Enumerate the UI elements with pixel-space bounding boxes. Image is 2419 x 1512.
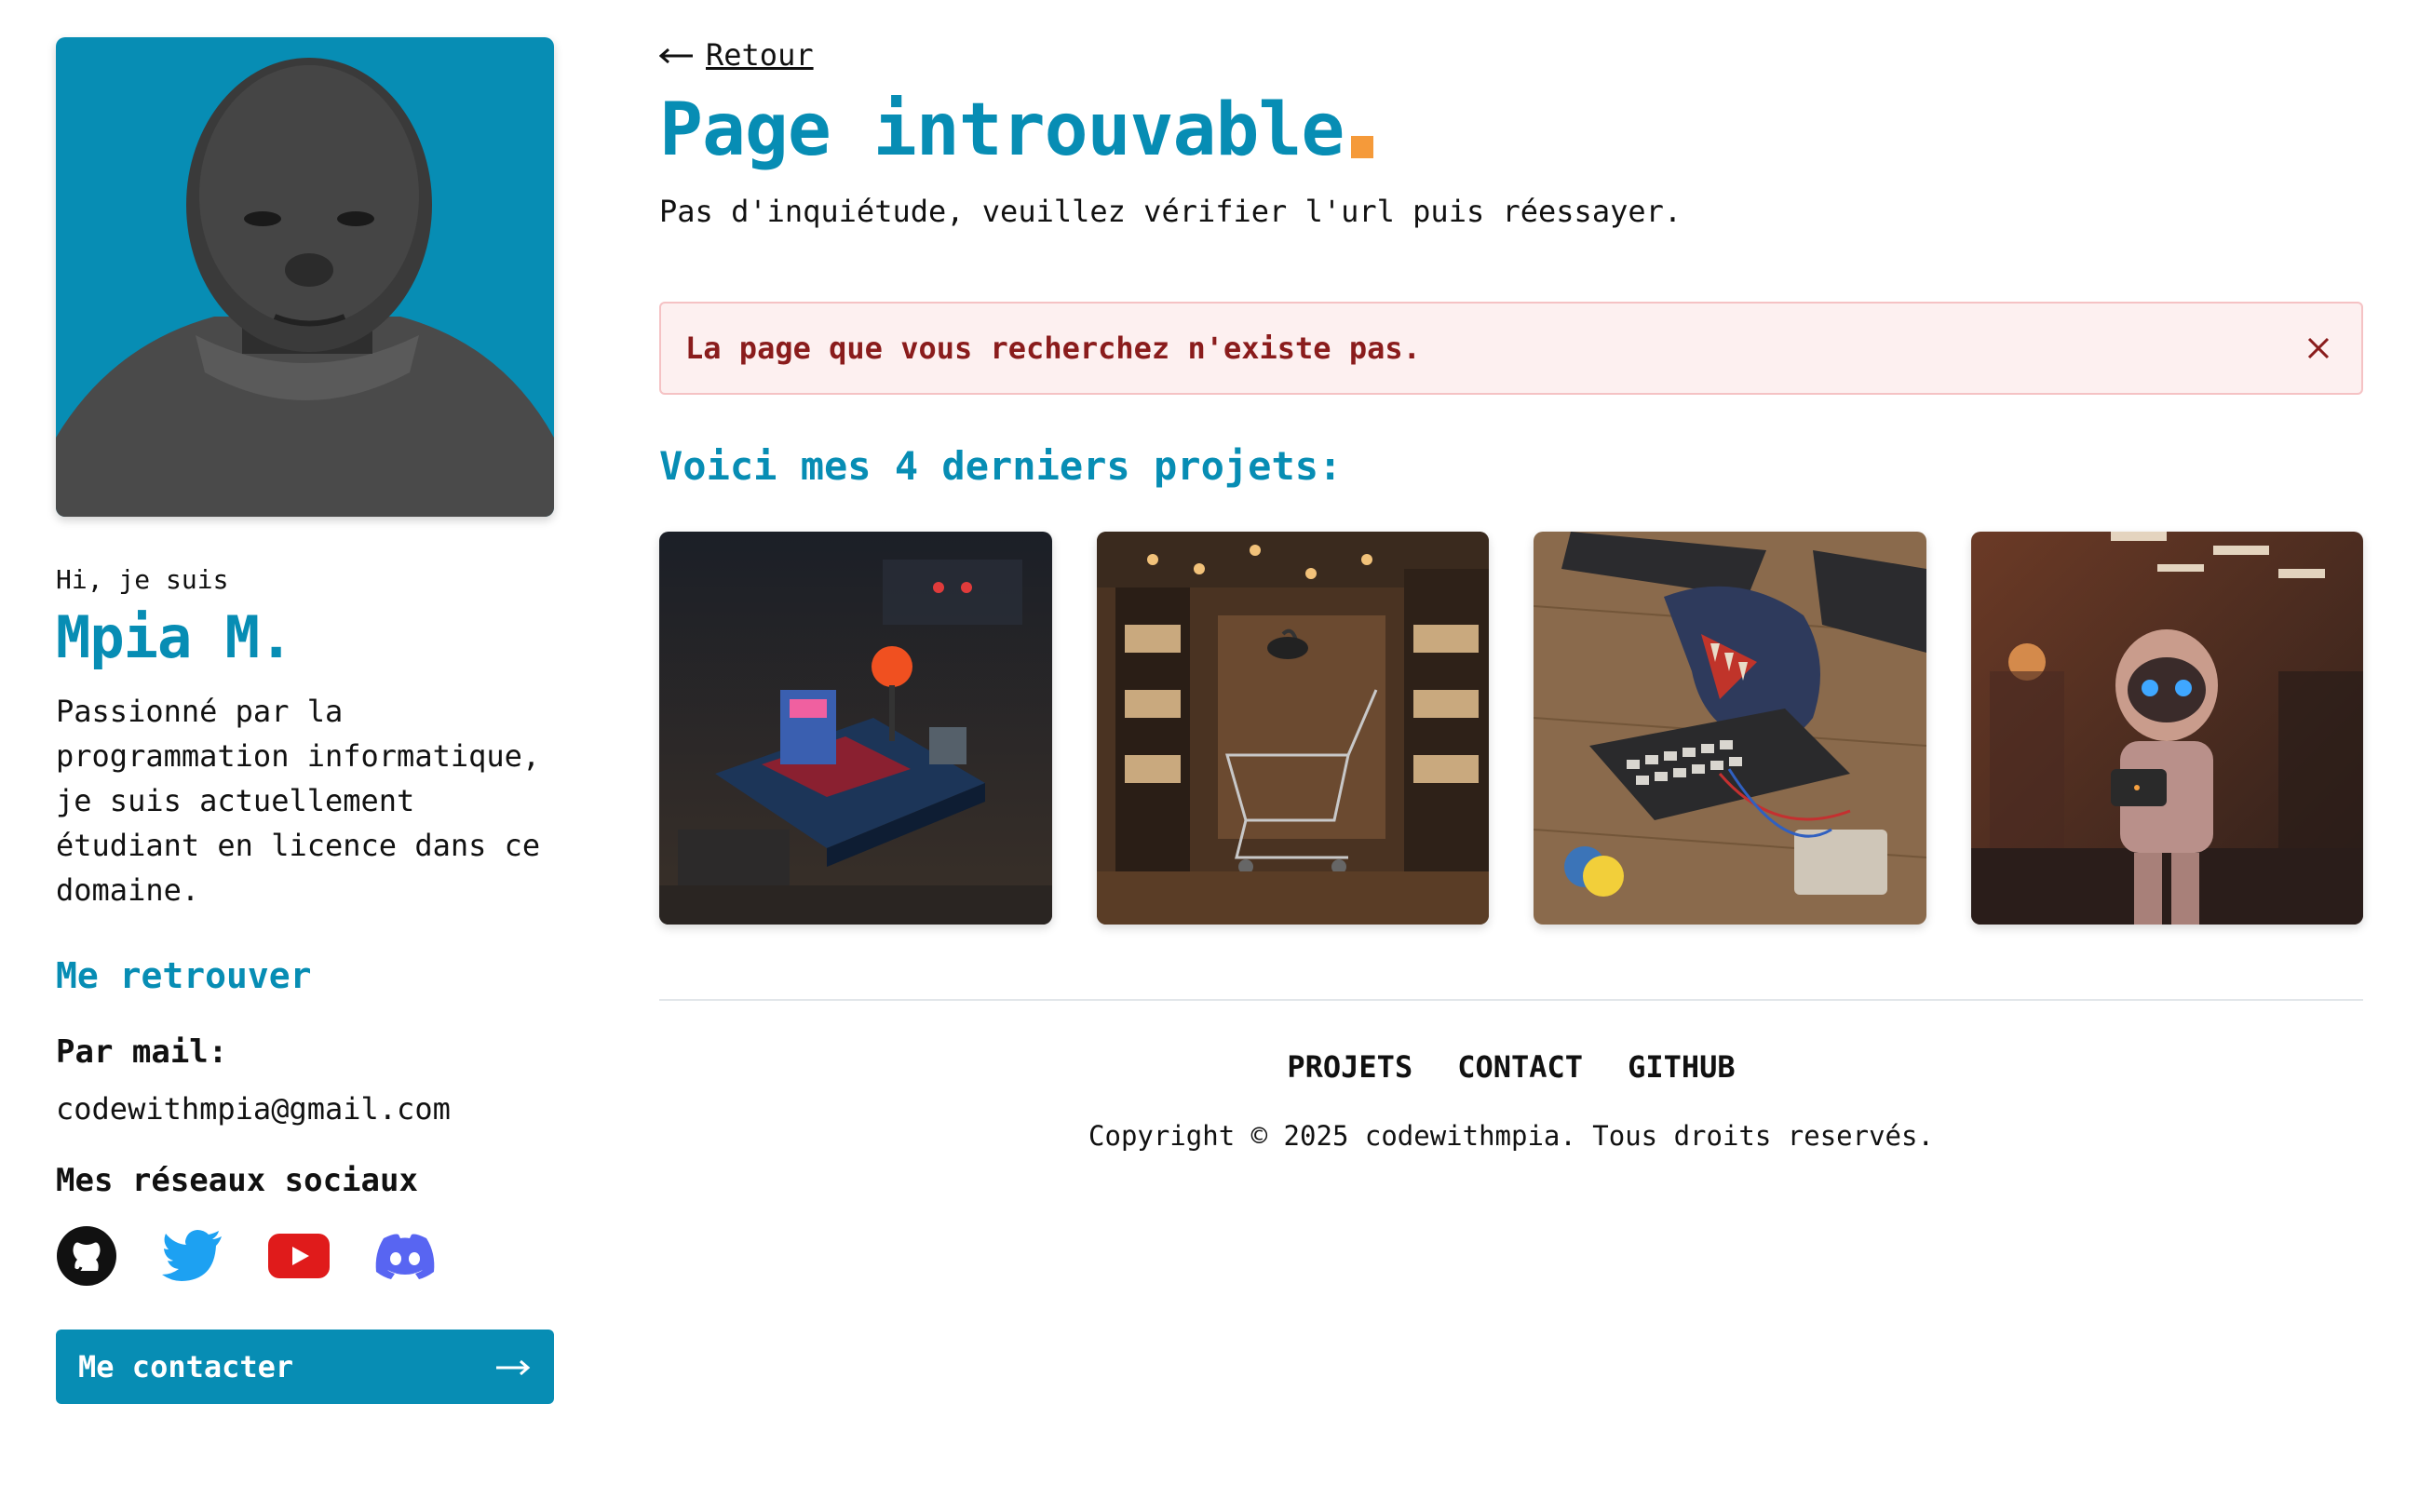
copyright-text: Copyright © 2025 codewithmpia. Tous droi… — [1088, 1119, 1934, 1152]
page-title-text: Page introuvable — [659, 88, 1345, 172]
profile-name: Mpia M. — [56, 603, 293, 672]
profile-avatar — [56, 37, 554, 517]
email-link[interactable]: codewithmpia@gmail.com — [56, 1091, 554, 1127]
profile-bio: Passionné par la programmation informati… — [56, 693, 541, 908]
contact-button[interactable]: Me contacter — [56, 1329, 554, 1404]
project-card-4[interactable] — [1970, 531, 2363, 925]
footer-link-projets[interactable]: PROJETS — [1287, 1049, 1412, 1085]
footer-divider — [659, 998, 2363, 1001]
page-subtitle: Pas d'inquiétude, veuillez vérifier l'ur… — [659, 193, 1682, 229]
main-content: Retour Page introuvable Pas d'inquiétude… — [658, 37, 2363, 1152]
youtube-icon[interactable] — [268, 1225, 330, 1287]
close-icon[interactable] — [2300, 330, 2337, 367]
back-label: Retour — [706, 37, 814, 73]
footer-link-contact[interactable]: CONTACT — [1457, 1049, 1583, 1085]
arrow-left-icon — [658, 37, 695, 73]
projects-grid — [659, 531, 2363, 925]
find-me-heading: Me retrouver — [56, 954, 312, 996]
social-links — [56, 1225, 554, 1287]
footer-link-github[interactable]: GITHUB — [1628, 1049, 1736, 1085]
project-card-1[interactable] — [659, 531, 1052, 925]
projects-heading: Voici mes 4 derniers projets: — [659, 442, 1343, 489]
mail-label: Par mail: — [56, 1033, 228, 1071]
title-dot — [1351, 135, 1374, 158]
page-title: Page introuvable — [659, 88, 2363, 173]
error-alert: La page que vous recherchez n'existe pas… — [659, 301, 2363, 395]
greeting-text: Hi, je suis — [56, 564, 229, 595]
back-link[interactable]: Retour — [658, 37, 2363, 73]
contact-button-label: Me contacter — [78, 1348, 294, 1384]
arrow-right-icon — [494, 1349, 532, 1384]
discord-icon[interactable] — [374, 1225, 436, 1287]
twitter-icon[interactable] — [162, 1225, 223, 1287]
github-icon[interactable] — [56, 1225, 117, 1287]
footer-nav: PROJETS CONTACT GITHUB — [659, 1049, 2363, 1085]
project-card-2[interactable] — [1096, 531, 1489, 925]
project-card-3[interactable] — [1534, 531, 1926, 925]
profile-sidebar: Hi, je suis Mpia M. Passionné par la pro… — [56, 37, 554, 1404]
alert-message: La page que vous recherchez n'existe pas… — [685, 330, 1421, 366]
social-heading: Mes réseaux sociaux — [56, 1161, 418, 1199]
